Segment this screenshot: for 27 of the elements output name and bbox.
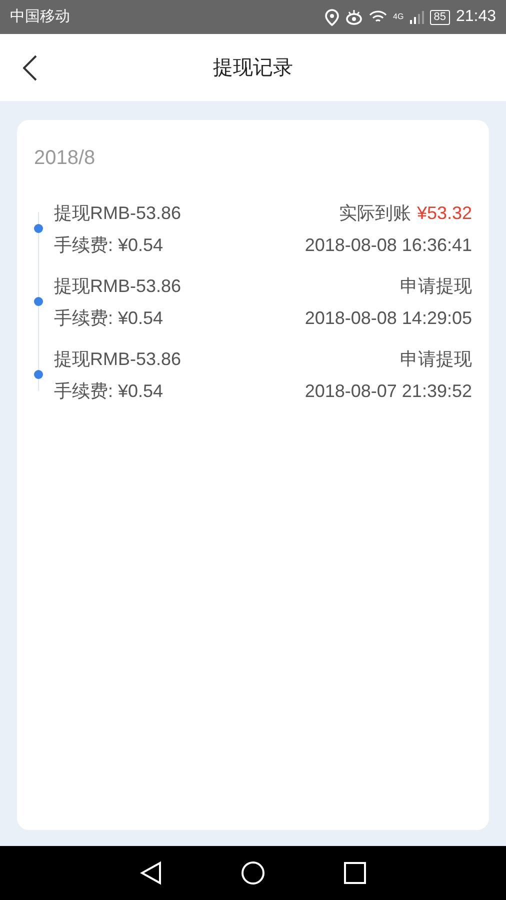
wifi-icon bbox=[369, 10, 388, 24]
carrier-name: 中国移动 bbox=[10, 6, 70, 27]
status-text: 申请提现 bbox=[400, 348, 472, 370]
back-icon bbox=[23, 55, 37, 81]
eye-icon bbox=[345, 9, 364, 25]
record-time: 2018-08-08 16:36:41 bbox=[304, 234, 472, 256]
withdraw-amount: 提现RMB-53.86 bbox=[54, 202, 182, 224]
recents-square-icon[interactable] bbox=[344, 862, 366, 884]
status-text: 申请提现 bbox=[400, 274, 472, 298]
signal-icon bbox=[410, 10, 424, 24]
back-triangle-icon[interactable] bbox=[140, 861, 162, 885]
battery-indicator: 85 bbox=[430, 10, 450, 24]
clock: 21:43 bbox=[456, 7, 496, 27]
record-time: 2018-08-08 14:29:05 bbox=[304, 306, 472, 330]
home-circle-icon[interactable] bbox=[240, 861, 265, 885]
record-time: 2018-08-07 21:39:52 bbox=[304, 380, 472, 402]
fee-text: 手续费: ¥0.54 bbox=[54, 380, 164, 402]
withdraw-amount: 提现RMB-53.86 bbox=[54, 348, 182, 370]
fee-text: 手续费: ¥0.54 bbox=[54, 306, 164, 330]
network-type: 4G bbox=[393, 11, 404, 23]
location-icon bbox=[325, 8, 340, 26]
page-title: 提现记录 bbox=[213, 56, 293, 80]
received-amount: ¥53.32 bbox=[416, 202, 472, 224]
month-label: 2018/8 bbox=[34, 146, 96, 170]
fee-text: 手续费: ¥0.54 bbox=[54, 234, 164, 256]
status-text: 实际到账 bbox=[338, 202, 411, 224]
withdraw-amount: 提现RMB-53.86 bbox=[54, 274, 182, 298]
